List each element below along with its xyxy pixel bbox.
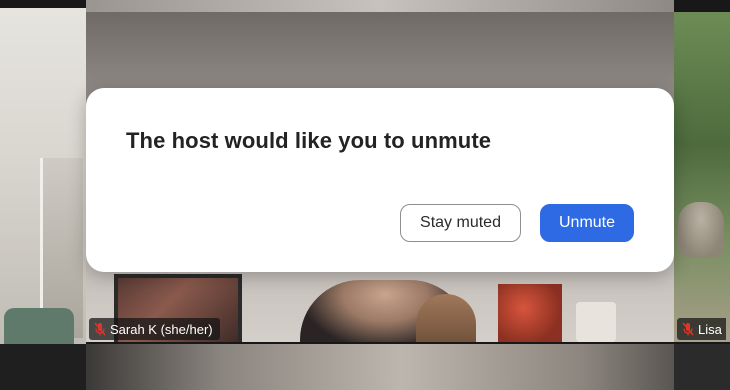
video-tile-left [0,8,86,344]
video-tile-lisa [674,12,730,342]
video-tile-bottom [0,344,730,390]
tile-edge-left [0,344,86,390]
background-plant [4,308,74,344]
participant-name-label: Lisa [677,318,726,340]
participant-name-label: Sarah K (she/her) [89,318,220,340]
video-tile-top [86,0,674,12]
dialog-title: The host would like you to unmute [126,128,492,153]
unmute-button[interactable]: Unmute [540,204,634,242]
meeting-gallery: Sarah K (she/her) Lisa The host would li… [0,0,730,390]
participant-name: Lisa [698,321,722,337]
background-lamp [576,302,616,342]
mic-muted-icon [682,322,694,336]
participant-name: Sarah K (she/her) [110,321,213,337]
background-red-art [498,284,562,342]
participant-hair [416,294,476,342]
background-pot [678,202,724,258]
tile-edge-right [674,344,730,390]
stay-muted-button[interactable]: Stay muted [400,204,521,242]
unmute-request-dialog: The host would like you to unmute Stay m… [86,88,674,272]
mic-muted-icon [94,322,106,336]
